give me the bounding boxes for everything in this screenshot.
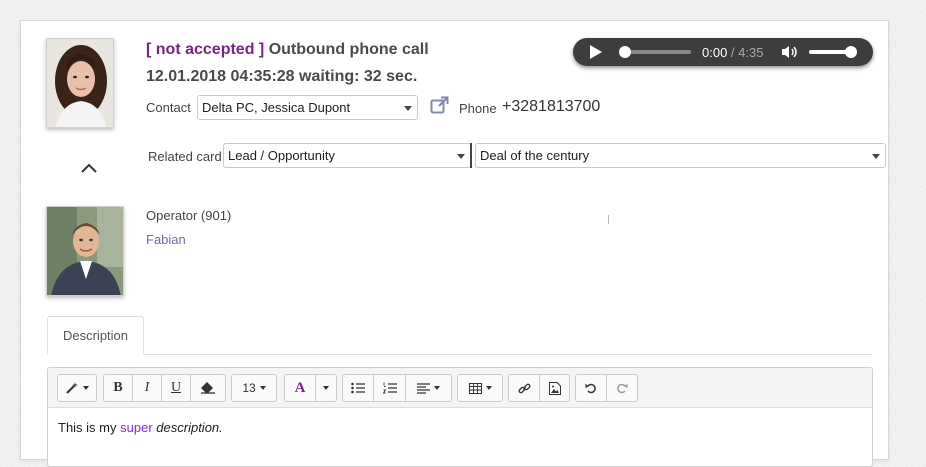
image-icon [548,381,561,395]
italic-button[interactable]: I [132,374,162,402]
contact-select[interactable]: Delta PC, Jessica Dupont [197,95,418,120]
link-icon [518,383,530,393]
call-type: Outbound phone call [268,41,429,58]
operator-name[interactable]: Fabian [146,232,186,247]
chevron-down-icon [404,106,412,111]
current-time: 0:00 [702,45,728,60]
numbered-list-icon [382,382,397,394]
progress-knob[interactable] [619,46,631,58]
link-button[interactable] [508,374,540,402]
align-left-icon [417,382,430,394]
ordered-list-button[interactable] [373,374,406,402]
duration: 4:35 [738,45,764,60]
redo-button[interactable] [606,374,638,402]
bullet-list-icon [351,382,365,394]
description-italic: description. [156,420,223,435]
chevron-down-icon [872,154,880,159]
related-type-select[interactable]: Lead / Opportunity [223,143,471,168]
related-card-select[interactable]: Deal of the century [475,143,886,168]
call-card: [ not accepted ] Outbound phone call 12.… [20,20,889,467]
editor-content[interactable]: This is my super description. [48,408,872,447]
chevron-down-icon [457,154,465,159]
related-card-label: Related card [148,149,222,164]
font-color-dropdown[interactable] [315,374,337,402]
font-color-button[interactable]: A [284,374,316,402]
unordered-list-button[interactable] [342,374,374,402]
style-button[interactable] [57,374,97,402]
volume-knob[interactable] [845,46,858,58]
contact-label: Contact [146,100,191,115]
chevron-up-icon[interactable] [79,161,99,175]
phone-number: +3281813700 [502,98,601,115]
related-type-value: Lead / Opportunity [228,148,335,163]
progress-track[interactable] [623,50,691,54]
select-divider [470,143,472,168]
phone-label: Phone [459,101,497,116]
related-card-value: Deal of the century [480,148,590,163]
underline-button[interactable]: U [161,374,191,402]
volume-icon[interactable] [781,45,799,62]
divider-mark [608,215,609,224]
magic-wand-icon [66,382,78,394]
contact-avatar [46,38,114,128]
editor-toolbar: B I U 13 A [48,368,872,408]
audio-player: 0:00 / 4:35 [573,38,873,66]
font-size-button[interactable]: 13 [231,374,277,402]
external-link-icon[interactable] [430,96,449,117]
table-button[interactable] [457,374,503,402]
time-separator: / [727,45,739,60]
call-title: [ not accepted ] Outbound phone call [146,41,429,59]
bold-button[interactable]: B [103,374,133,402]
table-icon [468,382,482,394]
contact-select-value: Delta PC, Jessica Dupont [202,100,351,115]
tabs-divider [47,354,872,355]
description-text: This is my [58,420,121,435]
description-highlight: super [120,420,153,435]
operator-avatar [46,206,124,296]
font-size-value: 13 [242,381,256,395]
undo-button[interactable] [575,374,607,402]
description-editor: B I U 13 A This is my super description. [47,367,873,467]
eraser-button[interactable] [190,374,226,402]
play-icon[interactable] [589,45,603,62]
undo-icon [585,383,596,394]
operator-label: Operator (901) [146,208,232,223]
call-datetime: 12.01.2018 04:35:28 waiting: 32 sec. [146,68,418,85]
eraser-icon [201,382,215,394]
image-button[interactable] [539,374,570,402]
tab-description[interactable]: Description [47,316,144,355]
call-status: [ not accepted ] [146,41,265,58]
player-time: 0:00 / 4:35 [702,45,763,60]
align-button[interactable] [405,374,452,402]
redo-icon [617,383,628,394]
